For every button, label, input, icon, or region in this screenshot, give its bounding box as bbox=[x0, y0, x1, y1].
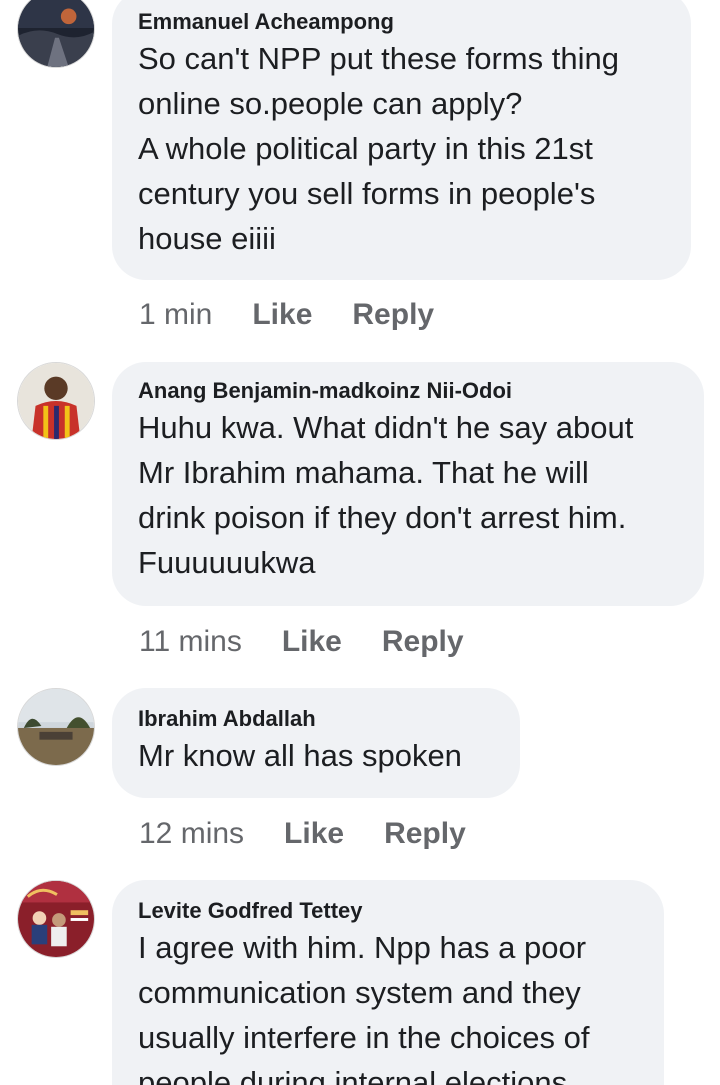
comment-time[interactable]: 11 mins bbox=[139, 625, 242, 659]
comment-author[interactable]: Anang Benjamin-madkoinz Nii-Odoi bbox=[138, 377, 678, 405]
avatar[interactable] bbox=[17, 688, 95, 766]
comment-text: So can't NPP put these forms thing onlin… bbox=[138, 41, 619, 256]
reply-button[interactable]: Reply bbox=[382, 625, 464, 659]
comment-bubble: Ibrahim Abdallah Mr know all has spoken bbox=[112, 688, 520, 798]
comment-author[interactable]: Ibrahim Abdallah bbox=[138, 705, 494, 733]
avatar[interactable] bbox=[17, 0, 95, 68]
like-button[interactable]: Like bbox=[284, 817, 344, 851]
field-with-trees-icon bbox=[18, 689, 94, 765]
comment-text: I agree with him. Npp has a poor communi… bbox=[138, 930, 590, 1085]
reply-button[interactable]: Reply bbox=[384, 817, 466, 851]
night-road-landscape-icon bbox=[18, 0, 94, 67]
comment-text: Mr know all has spoken bbox=[138, 738, 462, 773]
comment-bubble: Emmanuel Acheampong So can't NPP put the… bbox=[112, 0, 691, 280]
comment-author[interactable]: Emmanuel Acheampong bbox=[138, 8, 665, 36]
comment-bubble: Levite Godfred Tettey I agree with him. … bbox=[112, 880, 664, 1085]
comments-thread: Emmanuel Acheampong So can't NPP put the… bbox=[0, 0, 720, 1085]
person-in-jersey-icon bbox=[18, 363, 94, 439]
comment-author[interactable]: Levite Godfred Tettey bbox=[138, 897, 638, 925]
comment-text: Huhu kwa. What didn't he say about Mr Ib… bbox=[138, 410, 634, 580]
comment-time[interactable]: 1 min bbox=[139, 298, 212, 332]
event-flyer-icon bbox=[18, 881, 94, 957]
avatar[interactable] bbox=[17, 362, 95, 440]
reply-button[interactable]: Reply bbox=[352, 298, 434, 332]
like-button[interactable]: Like bbox=[252, 298, 312, 332]
like-button[interactable]: Like bbox=[282, 625, 342, 659]
avatar[interactable] bbox=[17, 880, 95, 958]
comment-time[interactable]: 12 mins bbox=[139, 817, 244, 851]
comment-bubble: Anang Benjamin-madkoinz Nii-Odoi Huhu kw… bbox=[112, 362, 704, 606]
comment-actions: 1 min Like Reply bbox=[139, 295, 474, 335]
comment-actions: 12 mins Like Reply bbox=[139, 814, 506, 854]
comment-actions: 11 mins Like Reply bbox=[139, 622, 504, 662]
